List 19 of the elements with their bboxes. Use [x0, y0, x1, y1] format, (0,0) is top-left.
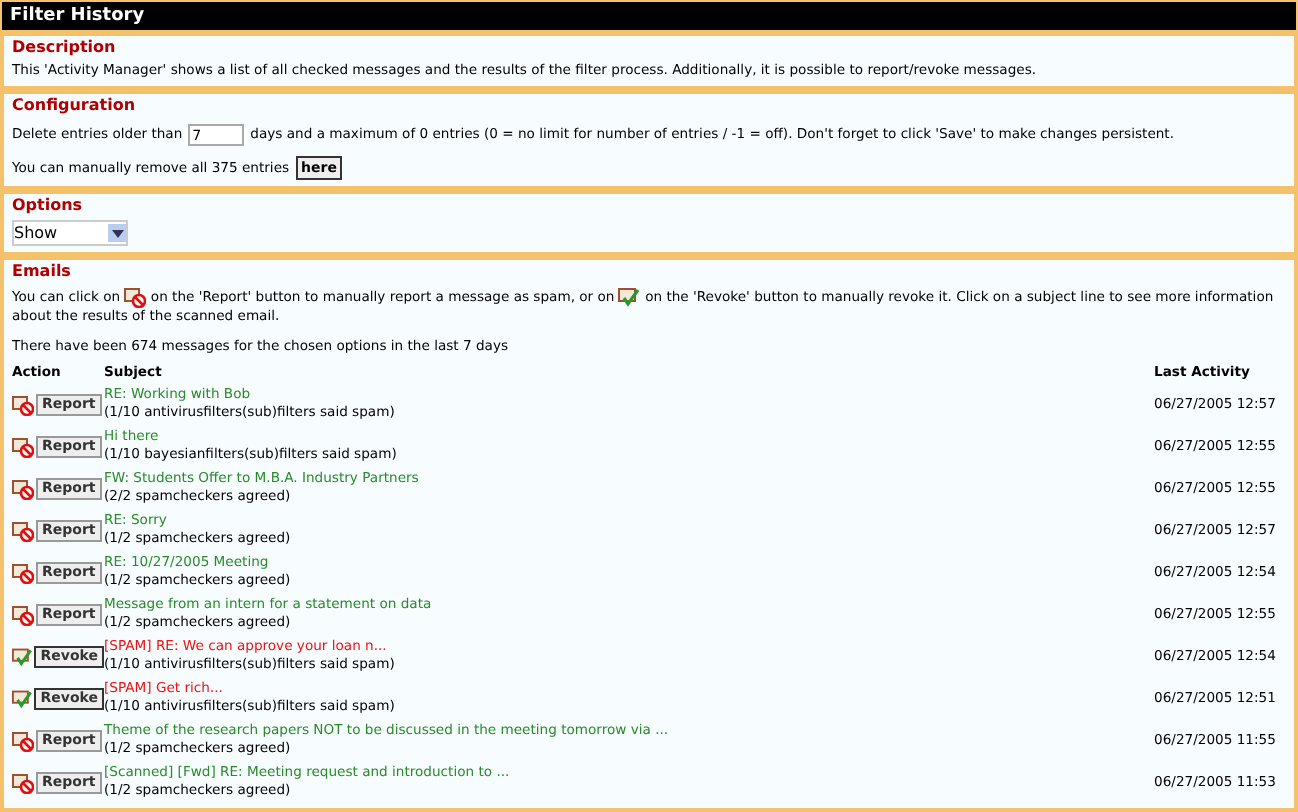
- spam-envelope-icon: [12, 435, 34, 457]
- spam-envelope-icon: [12, 519, 34, 541]
- check-envelope-icon: [12, 687, 33, 709]
- show-select[interactable]: Show: [12, 220, 128, 246]
- spam-envelope-icon: [12, 393, 34, 415]
- check-envelope-icon: [12, 645, 33, 667]
- section-heading: Configuration: [12, 96, 136, 114]
- window-title: Filter History: [0, 0, 1298, 32]
- section-heading: Emails: [12, 262, 71, 280]
- spam-envelope-icon: [12, 603, 34, 625]
- spam-envelope-icon: [124, 286, 147, 308]
- section-heading: Options: [12, 196, 83, 214]
- spam-envelope-icon: [12, 477, 34, 499]
- section-heading: Description: [12, 38, 116, 56]
- spam-envelope-icon: [12, 729, 34, 751]
- spam-envelope-icon: [12, 771, 34, 793]
- check-envelope-icon: [618, 286, 641, 308]
- caret-icon: [111, 229, 123, 237]
- spam-envelope-icon: [12, 561, 34, 583]
